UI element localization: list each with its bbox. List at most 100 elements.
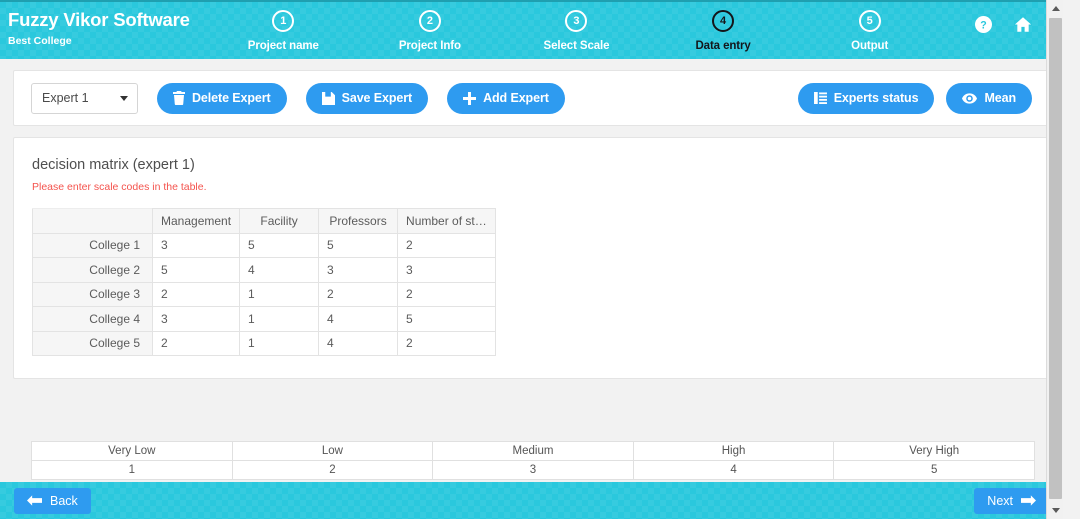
- step-project-name[interactable]: 1 Project name: [210, 10, 357, 52]
- list-icon: [813, 92, 827, 104]
- row-header-college-2: College 2: [32, 257, 153, 283]
- scroll-up-arrow-icon[interactable]: [1047, 0, 1063, 17]
- vertical-scrollbar[interactable]: [1046, 0, 1063, 519]
- scale-legend-codes-row: 1 2 3 4 5: [31, 460, 1035, 480]
- matrix-cell[interactable]: 5: [397, 306, 496, 332]
- scale-legend-table: Very Low Low Medium High Very High 1 2 3…: [31, 441, 1035, 480]
- arrow-left-icon: [27, 495, 42, 506]
- trash-icon: [173, 91, 185, 105]
- scale-legend-labels-row: Very Low Low Medium High Very High: [31, 441, 1035, 461]
- step-output[interactable]: 5 Output: [796, 10, 943, 52]
- eye-icon: [962, 92, 978, 104]
- arrow-right-icon: [1021, 495, 1036, 506]
- matrix-cell[interactable]: 3: [151, 306, 241, 332]
- header-actions: ?: [943, 2, 1063, 46]
- step-number: 3: [565, 10, 588, 32]
- matrix-cell[interactable]: 4: [318, 306, 399, 332]
- back-label: Back: [50, 493, 78, 508]
- matrix-cell[interactable]: 3: [318, 257, 399, 283]
- chevron-down-icon: [120, 96, 128, 101]
- matrix-cell[interactable]: 1: [239, 306, 320, 332]
- matrix-cell[interactable]: 2: [397, 232, 496, 258]
- scrollbar-thumb[interactable]: [1049, 18, 1062, 499]
- matrix-cell[interactable]: 2: [397, 281, 496, 307]
- toolbar-right-group: Experts status Mean: [797, 82, 1032, 114]
- scale-code-medium: 3: [432, 460, 634, 480]
- matrix-cell[interactable]: 4: [239, 257, 320, 283]
- matrix-cell[interactable]: 1: [239, 330, 320, 356]
- floppy-disk-icon: [321, 91, 335, 105]
- mean-button[interactable]: Mean: [946, 82, 1032, 114]
- matrix-warning-message: Please enter scale codes in the table.: [32, 181, 207, 193]
- matrix-cell[interactable]: 2: [397, 330, 496, 356]
- expert-toolbar: Expert 1 Delete Expert Save Expert Add E…: [13, 70, 1050, 126]
- delete-expert-button[interactable]: Delete Expert: [157, 82, 287, 114]
- scroll-down-arrow-icon[interactable]: [1047, 502, 1063, 519]
- scale-code-low: 2: [231, 460, 434, 480]
- table-header-row: Management Facility Professors Number of…: [32, 208, 496, 234]
- table-row: College 5 2 1 4 2: [32, 330, 496, 356]
- table-corner-cell: [32, 208, 153, 234]
- scale-label-low: Low: [231, 441, 434, 461]
- step-label: Output: [851, 40, 889, 52]
- scale-code-high: 4: [632, 460, 835, 480]
- column-header-facility: Facility: [239, 208, 320, 234]
- next-button[interactable]: Next: [974, 487, 1049, 514]
- step-wizard: 1 Project name 2 Project Info 3 Select S…: [210, 2, 943, 59]
- project-subtitle: Best College: [8, 35, 72, 47]
- matrix-cell[interactable]: 2: [318, 281, 399, 307]
- matrix-cell[interactable]: 4: [318, 330, 399, 356]
- column-header-management: Management: [151, 208, 241, 234]
- row-header-college-3: College 3: [32, 281, 153, 307]
- save-expert-button[interactable]: Save Expert: [305, 82, 429, 114]
- matrix-cell[interactable]: 2: [151, 330, 241, 356]
- matrix-cell[interactable]: 5: [151, 257, 241, 283]
- app-header: Fuzzy Vikor Software Best College 1 Proj…: [0, 0, 1063, 59]
- step-number: 5: [858, 10, 881, 32]
- step-select-scale[interactable]: 3 Select Scale: [503, 10, 650, 52]
- experts-status-button[interactable]: Experts status: [797, 82, 935, 114]
- table-row: College 2 5 4 3 3: [32, 257, 496, 283]
- scale-code-very-low: 1: [31, 460, 233, 480]
- table-row: College 1 3 5 5 2: [32, 232, 496, 258]
- column-header-professors: Professors: [318, 208, 399, 234]
- matrix-cell[interactable]: 2: [151, 281, 241, 307]
- step-label: Project name: [247, 40, 319, 52]
- expert-select-value: Expert 1: [42, 91, 89, 105]
- decision-matrix-card: decision matrix (expert 1) Please enter …: [13, 137, 1050, 379]
- matrix-cell[interactable]: 3: [151, 232, 241, 258]
- footer-navigation: Back Next: [0, 482, 1063, 519]
- table-row: College 3 2 1 2 2: [32, 281, 496, 307]
- plus-icon: [463, 91, 477, 105]
- experts-status-label: Experts status: [833, 91, 919, 105]
- toolbar-left-group: Expert 1 Delete Expert Save Expert Add E…: [31, 82, 565, 114]
- home-icon[interactable]: [1014, 15, 1032, 33]
- step-label: Project Info: [398, 40, 461, 52]
- scale-label-very-high: Very High: [833, 441, 1035, 461]
- add-expert-button[interactable]: Add Expert: [447, 82, 565, 114]
- add-expert-label: Add Expert: [483, 91, 549, 105]
- delete-expert-label: Delete Expert: [192, 91, 271, 105]
- step-project-info[interactable]: 2 Project Info: [357, 10, 504, 52]
- matrix-cell[interactable]: 3: [397, 257, 496, 283]
- mean-label: Mean: [984, 91, 1016, 105]
- decision-matrix-table: Management Facility Professors Number of…: [32, 208, 496, 356]
- row-header-college-5: College 5: [32, 330, 153, 356]
- matrix-cell[interactable]: 5: [239, 232, 320, 258]
- matrix-cell[interactable]: 1: [239, 281, 320, 307]
- scale-code-very-high: 5: [833, 460, 1035, 480]
- scale-label-medium: Medium: [432, 441, 634, 461]
- step-data-entry[interactable]: 4 Data entry: [650, 10, 797, 52]
- scale-label-high: High: [632, 441, 835, 461]
- brand: Fuzzy Vikor Software Best College: [0, 2, 210, 48]
- expert-select[interactable]: Expert 1: [31, 82, 138, 114]
- scale-label-very-low: Very Low: [31, 441, 233, 461]
- step-number: 4: [712, 10, 735, 32]
- matrix-title: decision matrix (expert 1): [32, 157, 195, 173]
- step-number: 1: [272, 10, 295, 32]
- save-expert-label: Save Expert: [341, 91, 413, 105]
- app-title: Fuzzy Vikor Software: [8, 9, 190, 30]
- question-circle-icon[interactable]: ?: [974, 15, 992, 33]
- matrix-cell[interactable]: 5: [318, 232, 399, 258]
- back-button[interactable]: Back: [14, 487, 91, 514]
